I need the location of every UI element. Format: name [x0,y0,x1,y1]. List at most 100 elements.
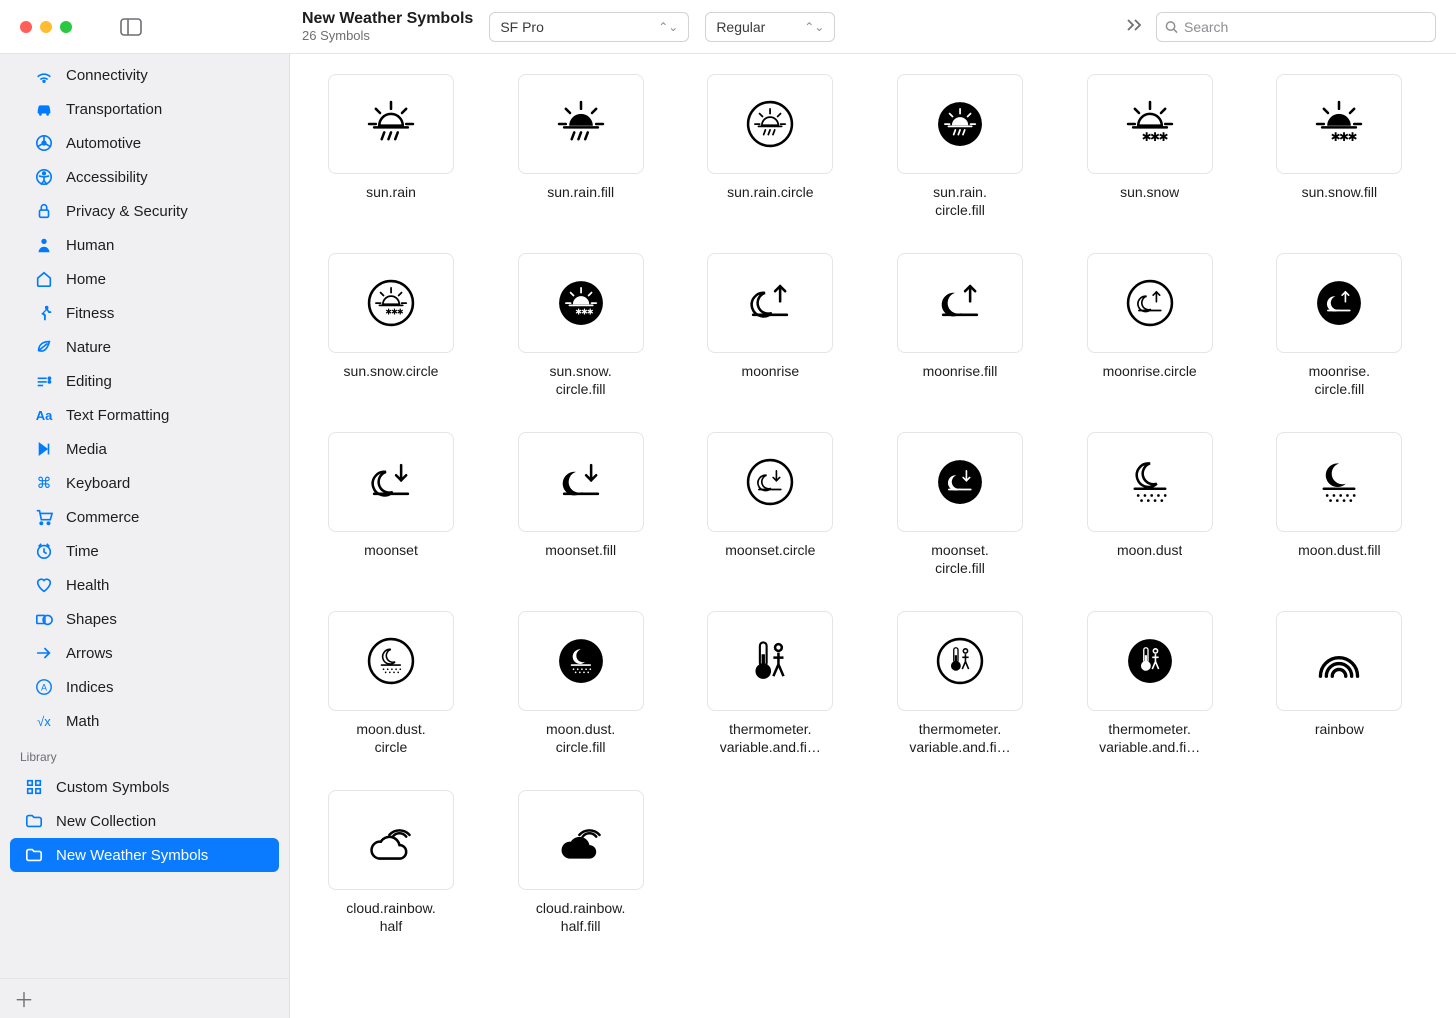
health-icon [34,576,54,594]
symbol-cell[interactable]: moonrise.circle.fill [1274,253,1404,398]
library-item-2[interactable]: New Weather Symbols [10,838,279,872]
sidebar-category-privacy[interactable]: Privacy & Security [0,194,289,228]
symbol-cell[interactable]: sun.rain.circle [705,74,835,219]
moonset.circle.fill-icon [933,455,987,509]
symbol-grid: sun.rain sun.rain.fill sun.rain.circle sun.… [326,74,1416,935]
toolbar-overflow-button[interactable] [1124,16,1144,37]
symbol-cell[interactable]: sun.rain.circle.fill [895,74,1025,219]
sidebar-category-keyboard[interactable]: ⌘Keyboard [0,466,289,500]
search-icon [1165,20,1178,34]
symbol-tile [518,790,644,890]
sidebar-category-accessibility[interactable]: Accessibility [0,160,289,194]
sun.rain-icon [364,97,418,151]
sidebar-category-health[interactable]: Health [0,568,289,602]
symbol-tile [1276,611,1402,711]
library-item-1[interactable]: New Collection [10,804,279,838]
sun.snow-icon [1123,97,1177,151]
symbol-label: moonrise.circle [1103,363,1197,381]
symbol-tile [518,611,644,711]
sidebar-category-fitness[interactable]: Fitness [0,296,289,330]
rainbow-icon [1312,634,1366,688]
sidebar-category-nature[interactable]: Nature [0,330,289,364]
symbol-label: rainbow [1315,721,1364,739]
sidebar: Connectivity Transportation AutomotiveAcce… [0,54,290,1018]
automotive-icon [34,134,54,152]
privacy-icon [34,202,54,220]
weight-select[interactable]: Regular ⌃⌄ [705,12,835,42]
symbol-cell[interactable]: moon.dust.circle [326,611,456,756]
symbol-cell[interactable]: rainbow [1274,611,1404,756]
symbol-cell[interactable]: thermometer.variable.and.fi… [895,611,1025,756]
font-select[interactable]: SF Pro ⌃⌄ [489,12,689,42]
sidebar-item-label: Connectivity [66,67,148,84]
chevron-updown-icon: ⌃⌄ [804,20,824,34]
symbol-cell[interactable]: moonrise.circle [1085,253,1215,398]
sidebar-category-automotive[interactable]: Automotive [0,126,289,160]
symbol-cell[interactable]: moon.dust.circle.fill [516,611,646,756]
symbol-cell[interactable]: thermometer.variable.and.fi… [1085,611,1215,756]
symbol-cell[interactable]: moonrise.fill [895,253,1025,398]
sidebar-category-text[interactable]: AaText Formatting [0,398,289,432]
symbol-label: thermometer.variable.and.fi… [1099,721,1200,756]
page-title: New Weather Symbols [302,9,473,28]
time-icon [34,542,54,560]
sidebar-category-math[interactable]: √xMath [0,704,289,738]
titlebar-center: New Weather Symbols 26 Symbols SF Pro ⌃⌄… [302,9,1124,44]
media-icon [34,440,54,458]
minimize-window-button[interactable] [40,21,52,33]
moon.dust.fill-icon [1312,455,1366,509]
sidebar-category-media[interactable]: Media [0,432,289,466]
sidebar-category-home[interactable]: Home [0,262,289,296]
symbol-cell[interactable]: moonrise [705,253,835,398]
symbol-cell[interactable]: sun.snow [1085,74,1215,219]
sidebar-toggle-button[interactable] [120,18,142,36]
sidebar-category-transportation[interactable]: Transportation [0,92,289,126]
math-icon: √x [34,714,54,729]
symbol-cell[interactable]: sun.snow.circle.fill [516,253,646,398]
symbol-tile [897,253,1023,353]
symbol-grid-area[interactable]: sun.rain sun.rain.fill sun.rain.circle sun.… [290,54,1456,1018]
zoom-window-button[interactable] [60,21,72,33]
symbol-cell[interactable]: moon.dust.fill [1274,432,1404,577]
library-item-0[interactable]: Custom Symbols [10,770,279,804]
sidebar-category-connectivity[interactable]: Connectivity [0,58,289,92]
sidebar-item-label: Home [66,271,106,288]
close-window-button[interactable] [20,21,32,33]
symbol-cell[interactable]: moonset.circle [705,432,835,577]
symbol-cell[interactable]: moonset [326,432,456,577]
symbol-cell[interactable]: sun.snow.fill [1274,74,1404,219]
symbol-tile [1087,253,1213,353]
symbol-cell[interactable]: moonset.fill [516,432,646,577]
symbol-cell[interactable]: cloud.rainbow.half [326,790,456,935]
sidebar-item-label: Transportation [66,101,162,118]
sidebar-category-editing[interactable]: Editing [0,364,289,398]
symbol-tile [518,74,644,174]
sidebar-category-arrows[interactable]: Arrows [0,636,289,670]
search-field[interactable] [1156,12,1436,42]
sidebar-category-human[interactable]: Human [0,228,289,262]
symbol-label: moonrise.fill [923,363,998,381]
symbol-tile [897,611,1023,711]
symbol-cell[interactable]: moon.dust [1085,432,1215,577]
add-collection-button[interactable]: ＋ [14,984,34,1013]
sidebar-item-label: Time [66,543,99,560]
fitness-icon [34,304,54,322]
symbol-cell[interactable]: thermometer.variable.and.fi… [705,611,835,756]
symbol-label: sun.rain [366,184,416,202]
symbol-tile [707,432,833,532]
sidebar-category-indices[interactable]: AIndices [0,670,289,704]
symbol-cell[interactable]: sun.rain [326,74,456,219]
symbol-tile [328,432,454,532]
font-select-value: SF Pro [500,19,544,35]
search-input[interactable] [1184,19,1427,35]
body: Connectivity Transportation AutomotiveAcce… [0,54,1456,1018]
symbol-cell[interactable]: moonset.circle.fill [895,432,1025,577]
symbol-cell[interactable]: sun.rain.fill [516,74,646,219]
symbol-cell[interactable]: cloud.rainbow.half.fill [516,790,646,935]
symbol-label: sun.snow [1120,184,1179,202]
sidebar-category-commerce[interactable]: Commerce [0,500,289,534]
symbol-cell[interactable]: sun.snow.circle [326,253,456,398]
sidebar-category-time[interactable]: Time [0,534,289,568]
sidebar-category-shapes[interactable]: Shapes [0,602,289,636]
symbol-tile [897,74,1023,174]
